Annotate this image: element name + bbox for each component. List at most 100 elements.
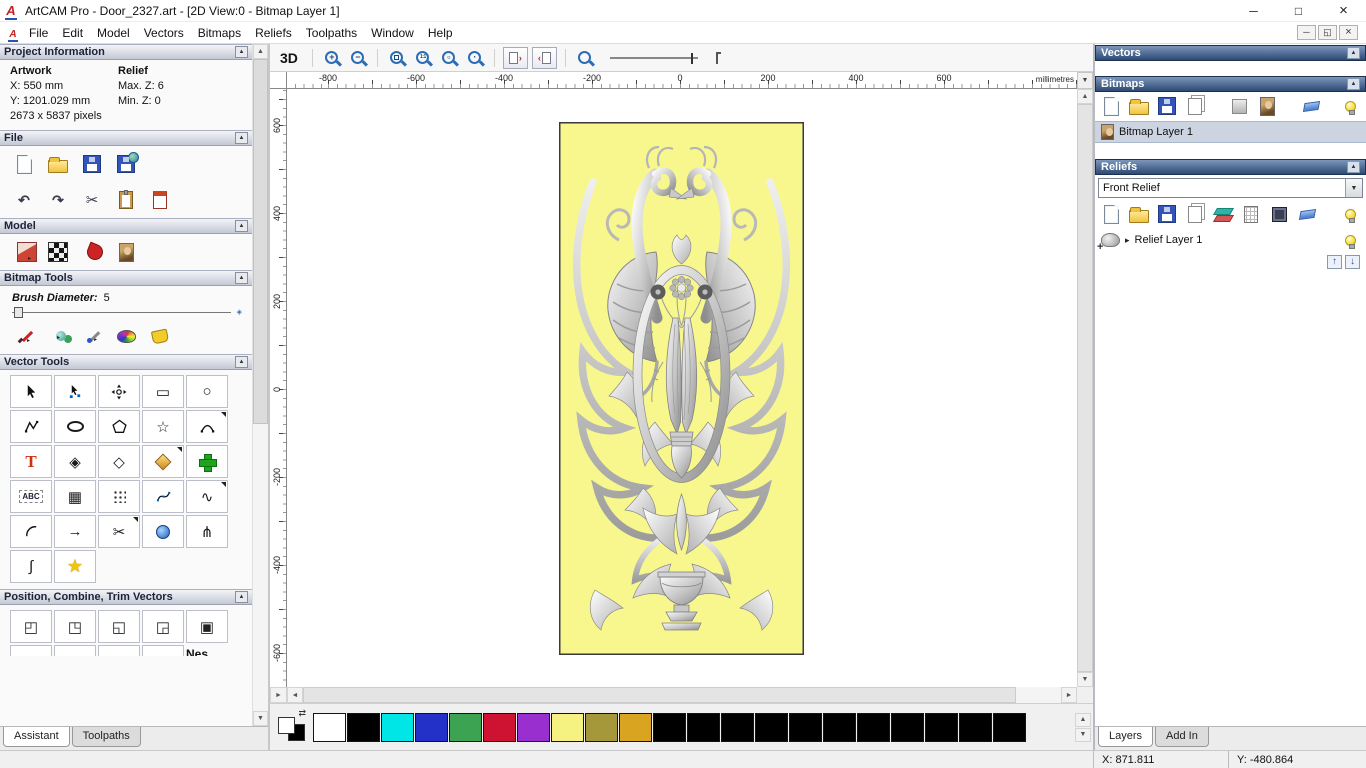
primary-secondary-colour-chip[interactable]: ⇄: [278, 708, 306, 741]
pc-align-left-button[interactable]: ◰: [10, 610, 52, 643]
image-model-button[interactable]: [116, 242, 136, 262]
vt-join-vectors-button[interactable]: →: [54, 515, 96, 548]
colour-swatch[interactable]: [755, 712, 788, 742]
pc-group-button[interactable]: ∴: [98, 645, 140, 656]
vt-polygon-button[interactable]: [98, 410, 140, 443]
colour-swatch[interactable]: [313, 712, 346, 742]
zoom-window-button[interactable]: [386, 47, 408, 69]
vt-grid-button[interactable]: ▦: [54, 480, 96, 513]
scroll-down-button[interactable]: ▼: [1077, 672, 1093, 687]
relief-properties-button[interactable]: [1269, 206, 1289, 222]
relief-layer-row[interactable]: + ▸ Relief Layer 1: [1095, 229, 1366, 253]
pc-subtract-button[interactable]: ⊟: [54, 645, 96, 656]
section-bitmap-tools[interactable]: Bitmap Tools ▲: [0, 270, 252, 286]
vt-interpolate-button[interactable]: [142, 515, 184, 548]
move-layer-down-button[interactable]: ↓: [1345, 255, 1360, 269]
pc-align-right-button[interactable]: ◳: [54, 610, 96, 643]
assistant-scrollbar[interactable]: ▲ ▼: [252, 44, 268, 726]
snap-toggle-button[interactable]: ›: [502, 46, 528, 69]
bitmap-preview-button[interactable]: [1257, 96, 1277, 116]
tab-assistant[interactable]: Assistant: [3, 727, 70, 747]
menu-item[interactable]: Model: [90, 24, 137, 42]
colour-swatch[interactable]: [925, 712, 958, 742]
scroll-left-button[interactable]: ◄: [287, 687, 303, 703]
colour-swatch[interactable]: [687, 712, 720, 742]
duplicate-bitmap-layer-button[interactable]: [1185, 97, 1205, 115]
collapse-button[interactable]: ▲: [235, 46, 248, 58]
brush-diameter-slider[interactable]: [12, 306, 231, 318]
colour-swatch[interactable]: [517, 712, 550, 742]
cut-button[interactable]: ✂: [82, 191, 102, 209]
fade-slider-thumb[interactable]: [690, 52, 693, 64]
vt-text-button[interactable]: T: [10, 445, 52, 478]
new-file-button[interactable]: [14, 154, 34, 174]
colour-swatch[interactable]: [585, 712, 618, 742]
colour-swatch[interactable]: [347, 712, 380, 742]
section-file[interactable]: File ▲: [0, 130, 252, 146]
vt-trim-button[interactable]: [142, 445, 184, 478]
canvas-horizontal-scrollbar[interactable]: ► ◄ ►: [270, 687, 1093, 703]
collapse-button[interactable]: ▲: [235, 591, 248, 603]
vt-text-block-button[interactable]: ABC: [10, 480, 52, 513]
vt-paste-vector-button[interactable]: [186, 445, 228, 478]
close-button[interactable]: ×: [1321, 0, 1366, 21]
collapse-button[interactable]: ▲: [235, 356, 248, 368]
collapse-button[interactable]: ▲: [1347, 78, 1360, 90]
guides-toggle-button[interactable]: ‹: [531, 46, 557, 69]
relief-layers-stack-button[interactable]: [1213, 206, 1233, 222]
colour-swatch[interactable]: [415, 712, 448, 742]
colour-swatch[interactable]: [483, 712, 516, 742]
colour-swatch[interactable]: [959, 712, 992, 742]
menu-item[interactable]: Vectors: [137, 24, 191, 42]
scroll-thumb[interactable]: [1077, 104, 1093, 672]
vt-arc-button[interactable]: [186, 410, 228, 443]
calculate-relief-button[interactable]: [1241, 205, 1261, 223]
colour-swatch[interactable]: [857, 712, 890, 742]
toggle-relief-visibility-button[interactable]: [1340, 208, 1360, 223]
maximize-button[interactable]: □: [1276, 0, 1321, 21]
pc-scatter-button[interactable]: ∗: [142, 645, 184, 656]
pane-splitter-button[interactable]: ►: [270, 687, 287, 703]
minimize-button[interactable]: ─: [1231, 0, 1276, 21]
menu-item[interactable]: Toolpaths: [299, 24, 364, 42]
scroll-right-button[interactable]: ►: [1061, 687, 1077, 703]
pc-align-centre-button[interactable]: ▣: [186, 610, 228, 643]
scroll-down-button[interactable]: ▼: [253, 711, 268, 726]
paste-button[interactable]: [116, 190, 136, 209]
menu-item[interactable]: Window: [364, 24, 421, 42]
pc-align-bottom-button[interactable]: ◲: [142, 610, 184, 643]
save-relief-layer-button[interactable]: [1157, 205, 1177, 223]
combo-dropdown-button[interactable]: ▼: [1345, 179, 1362, 197]
face-wizard-button[interactable]: ▸: [14, 242, 37, 262]
vt-rectangle-button[interactable]: ▭: [142, 375, 184, 408]
delete-bitmap-layer-button[interactable]: [1301, 100, 1321, 112]
zoom-1to1-button[interactable]: 1:1: [412, 47, 434, 69]
primary-colour[interactable]: [278, 716, 295, 734]
toggle-bitmap-visibility-button[interactable]: [1340, 100, 1360, 115]
collapse-button[interactable]: ▲: [235, 272, 248, 284]
tab-addin[interactable]: Add In: [1155, 727, 1209, 747]
notes-button[interactable]: [150, 191, 170, 209]
swap-colours-icon[interactable]: ⇄: [298, 708, 306, 719]
vt-node-edit-button[interactable]: [54, 375, 96, 408]
export-button[interactable]: [116, 152, 139, 173]
scroll-thumb[interactable]: [253, 59, 268, 425]
palette-button[interactable]: [116, 329, 136, 343]
tab-layers[interactable]: Layers: [1098, 727, 1154, 747]
menu-item[interactable]: Reliefs: [248, 24, 299, 42]
colour-swatch[interactable]: [619, 712, 652, 742]
mdi-minimize-button[interactable]: ─: [1297, 25, 1316, 40]
section-bitmaps[interactable]: Bitmaps ▲: [1095, 76, 1366, 92]
colour-blend-button[interactable]: ▸: [48, 331, 68, 341]
vt-ellipse-button[interactable]: [54, 410, 96, 443]
relief-stamp-button[interactable]: ▸: [82, 241, 106, 263]
scroll-track[interactable]: [303, 687, 1061, 703]
pc-combine-button[interactable]: ⊞: [10, 645, 52, 656]
section-position-combine-trim[interactable]: Position, Combine, Trim Vectors ▲: [0, 589, 252, 605]
vt-fit-curve-button[interactable]: [142, 480, 184, 513]
merge-bitmap-button[interactable]: [1229, 98, 1249, 114]
zoom-fit-button[interactable]: ▫: [438, 47, 460, 69]
colour-picker-button[interactable]: ▸: [82, 329, 102, 343]
new-relief-layer-button[interactable]: [1101, 204, 1121, 224]
scroll-up-button[interactable]: ▲: [1077, 89, 1093, 104]
